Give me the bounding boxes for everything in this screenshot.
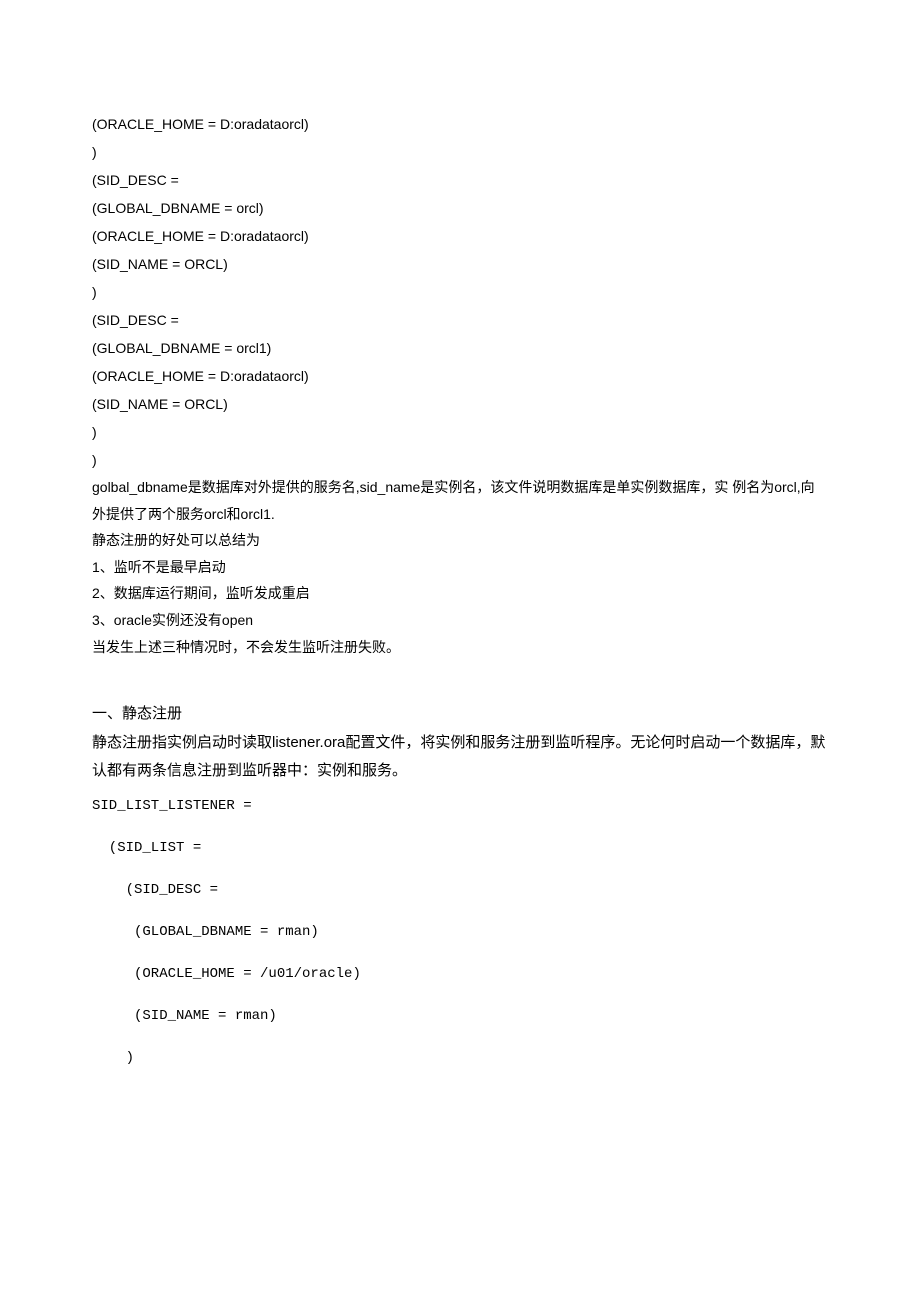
config-line: (SID_NAME = ORCL)	[92, 390, 828, 418]
config-line: )	[92, 278, 828, 306]
config-line: (ORACLE_HOME = D:oradataorcl)	[92, 110, 828, 138]
config-line: (GLOBAL_DBNAME = orcl)	[92, 194, 828, 222]
config-line: )	[92, 418, 828, 446]
spacer	[92, 660, 828, 700]
config-line: (SID_DESC =	[92, 306, 828, 334]
bullet-item: 3、oracle实例还没有open	[92, 607, 828, 634]
code-block: SID_LIST_LISTENER = (SID_LIST = (SID_DES…	[92, 796, 828, 1069]
config-line: (SID_DESC =	[92, 166, 828, 194]
section-heading: 一、静态注册	[92, 700, 828, 729]
document-page: (ORACLE_HOME = D:oradataorcl) ) (SID_DES…	[0, 0, 920, 1129]
explain-paragraph: golbal_dbname是数据库对外提供的服务名,sid_name是实例名，该…	[92, 474, 828, 527]
explain-paragraph: 静态注册的好处可以总结为	[92, 527, 828, 554]
bullet-item: 2、数据库运行期间，监听发成重启	[92, 580, 828, 607]
config-line: )	[92, 138, 828, 166]
config-line: (GLOBAL_DBNAME = orcl1)	[92, 334, 828, 362]
config-line: (SID_NAME = ORCL)	[92, 250, 828, 278]
config-line: )	[92, 446, 828, 474]
bullet-item: 1、监听不是最早启动	[92, 554, 828, 581]
config-line: (ORACLE_HOME = D:oradataorcl)	[92, 222, 828, 250]
explain-paragraph: 当发生上述三种情况时，不会发生监听注册失败。	[92, 634, 828, 661]
config-line: (ORACLE_HOME = D:oradataorcl)	[92, 362, 828, 390]
section-body: 静态注册指实例启动时读取listener.ora配置文件，将实例和服务注册到监听…	[92, 729, 828, 786]
